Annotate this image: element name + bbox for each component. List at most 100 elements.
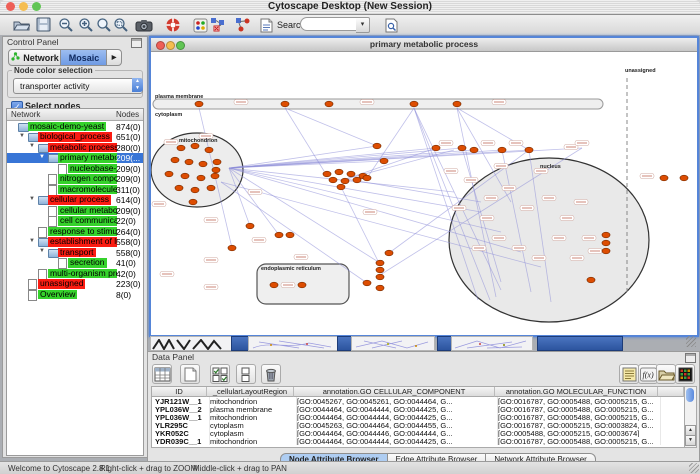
- scrollbar-thumb[interactable]: [686, 388, 694, 402]
- float-panel-icon[interactable]: [131, 38, 142, 48]
- new-attribute-icon[interactable]: [180, 364, 200, 384]
- search-input[interactable]: [300, 17, 364, 31]
- filter-edges-icon[interactable]: [234, 16, 252, 34]
- zoom-fit-icon[interactable]: [95, 16, 113, 34]
- table-cell[interactable]: plasma membrane: [207, 405, 297, 413]
- graph-node[interactable]: [213, 159, 221, 165]
- graph-node[interactable]: [660, 175, 668, 181]
- edge[interactable]: [285, 108, 377, 146]
- network-window-titlebar[interactable]: primary metabolic process: [151, 38, 697, 52]
- table-cell[interactable]: [GO:0044464, GO:0044444, GO:0044425, G..…: [294, 437, 498, 445]
- graph-node[interactable]: [191, 143, 199, 149]
- matrix-icon[interactable]: [675, 364, 695, 384]
- tab-network[interactable]: Network: [8, 49, 62, 66]
- graph-node[interactable]: [385, 250, 393, 256]
- background-window-titlebar[interactable]: [537, 336, 623, 351]
- graph-node[interactable]: [298, 282, 306, 288]
- graph-node[interactable]: [199, 161, 207, 167]
- table-cell[interactable]: [GO:0045263, GO:0044464, GO:0044455, G..…: [294, 421, 498, 429]
- help-icon[interactable]: [164, 16, 182, 34]
- graph-node[interactable]: [175, 185, 183, 191]
- graph-node[interactable]: [376, 274, 384, 280]
- table-cell[interactable]: [GO:0044464, GO:0044444, GO:0044425, G..…: [294, 405, 498, 413]
- graph-node[interactable]: [323, 171, 331, 177]
- advanced-search-icon[interactable]: [383, 16, 401, 34]
- import-attributes-icon[interactable]: [656, 364, 676, 384]
- zoom-selected-icon[interactable]: [112, 16, 130, 34]
- tree-row-metabolic-process[interactable]: ▼metabolic process280(0): [7, 142, 143, 153]
- graph-node[interactable]: [205, 147, 213, 153]
- zoom-in-icon[interactable]: [77, 16, 95, 34]
- table-cell[interactable]: [GO:0045267, GO:0045261, GO:0044464, G..…: [294, 397, 498, 405]
- graph-node[interactable]: [197, 175, 205, 181]
- graph-node[interactable]: [525, 147, 533, 153]
- graph-node[interactable]: [177, 145, 185, 151]
- graph-node[interactable]: [329, 177, 337, 183]
- table-cell[interactable]: [GO:0016787, GO:0005488, GO:0005215, G..…: [495, 413, 661, 421]
- table-cell[interactable]: YPL036W__1: [152, 413, 210, 421]
- background-window-sliver[interactable]: [451, 336, 533, 351]
- graph-node[interactable]: [189, 199, 197, 205]
- background-window-sliver[interactable]: [351, 336, 435, 351]
- column-header-0[interactable]: ID: [152, 387, 207, 397]
- table-cell[interactable]: [GO:0044464, GO:0044446, GO:0044444, G..…: [294, 429, 498, 437]
- table-cell[interactable]: mitochondrion: [207, 397, 297, 405]
- graph-node[interactable]: [376, 285, 384, 291]
- graph-node[interactable]: [211, 173, 219, 179]
- more-tabs-button[interactable]: ▶: [106, 49, 122, 66]
- graph-node[interactable]: [376, 260, 384, 266]
- tree-row-mosaic-demo-yeast[interactable]: mosaic-demo-yeast874(0): [7, 121, 143, 132]
- graph-node[interactable]: [470, 147, 478, 153]
- table-cell[interactable]: YJR121W__1: [152, 397, 210, 405]
- tree-row-multi-organism-pro[interactable]: multi-organism pro42(0): [7, 268, 143, 279]
- graph-node[interactable]: [341, 178, 349, 184]
- graph-node[interactable]: [602, 232, 610, 238]
- table-cell[interactable]: [GO:0005488, GO:0005215, GO:0003674]: [495, 429, 661, 437]
- tree-row-nitrogen-compo[interactable]: nitrogen compo209(0): [7, 174, 143, 185]
- background-window-sliver[interactable]: [150, 336, 232, 351]
- network-window-resize-grip[interactable]: [686, 336, 696, 347]
- graph-node[interactable]: [363, 175, 371, 181]
- graph-node[interactable]: [498, 147, 506, 153]
- tree-row-establishment-of-lo[interactable]: ▼establishment of lo558(0): [7, 237, 143, 248]
- table-cell[interactable]: cytoplasm: [207, 421, 297, 429]
- tree-row-cell-communicat[interactable]: cell communicat22(0): [7, 216, 143, 227]
- graph-node[interactable]: [353, 177, 361, 183]
- graph-node[interactable]: [337, 184, 345, 190]
- tree-row-macromolecule[interactable]: macromolecule311(0): [7, 184, 143, 195]
- table-cell[interactable]: YDR039C__1: [152, 437, 210, 445]
- annotation-icon[interactable]: [257, 16, 275, 34]
- expander-icon[interactable]: ▼: [39, 248, 45, 254]
- graph-node[interactable]: [281, 101, 289, 107]
- snapshot-icon[interactable]: [135, 16, 153, 34]
- graph-node[interactable]: [602, 240, 610, 246]
- zoom-out-icon[interactable]: [57, 16, 75, 34]
- scroll-down-icon[interactable]: ▼: [685, 435, 696, 446]
- graph-node[interactable]: [270, 282, 278, 288]
- graph-node[interactable]: [335, 169, 343, 175]
- background-window-sliver[interactable]: [248, 336, 338, 351]
- table-cell[interactable]: [GO:0016787, GO:0005488, GO:0005215, G..…: [495, 397, 661, 405]
- graph-node[interactable]: [286, 232, 294, 238]
- graph-node[interactable]: [363, 280, 371, 286]
- tab-mosaic[interactable]: Mosaic: [60, 49, 108, 66]
- graph-node[interactable]: [376, 267, 384, 273]
- window-resize-grip[interactable]: [689, 463, 699, 473]
- filter-nodes-icon[interactable]: [209, 16, 227, 34]
- node-color-dropdown[interactable]: transporter activity ▲▼: [13, 78, 143, 94]
- background-window-titlebar[interactable]: [337, 336, 352, 351]
- network-canvas[interactable]: plasma membranecytoplasmmitochondrionnuc…: [151, 52, 693, 333]
- table-cell[interactable]: YKR052C: [152, 429, 210, 437]
- graph-node[interactable]: [195, 101, 203, 107]
- tree-row-cellular-process[interactable]: ▼cellular process614(0): [7, 195, 143, 206]
- graph-node[interactable]: [212, 167, 220, 173]
- graph-node[interactable]: [602, 248, 610, 254]
- table-cell[interactable]: mitochondrion: [207, 437, 297, 445]
- expander-icon[interactable]: ▼: [19, 133, 25, 139]
- expander-icon[interactable]: ▼: [39, 154, 45, 160]
- table-cell[interactable]: [GO:0016787, GO:0005488, GO:0005215, G..…: [495, 405, 661, 413]
- tree-row-cellular-metabo[interactable]: cellular metabo209(0): [7, 205, 143, 216]
- table-cell[interactable]: cytoplasm: [207, 429, 297, 437]
- tree-row-response-to-stimulu[interactable]: response to stimulu264(0): [7, 226, 143, 237]
- tree-row-biological-process[interactable]: ▼biological_process651(0): [7, 132, 143, 143]
